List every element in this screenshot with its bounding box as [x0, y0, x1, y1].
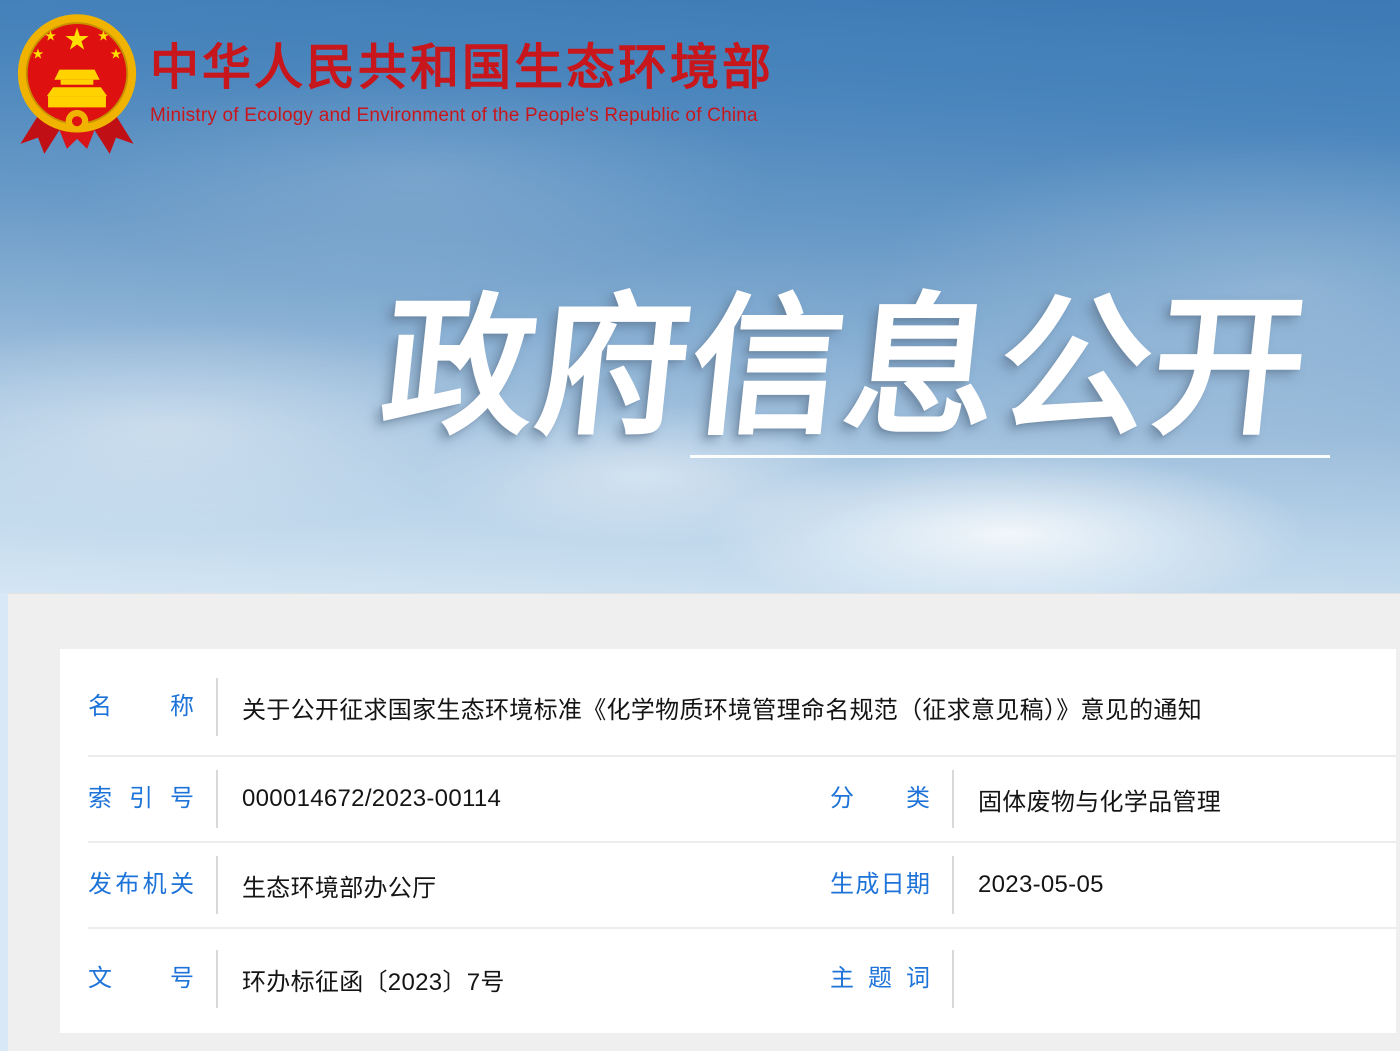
ministry-name-cn: 中华人民共和国生态环境部: [150, 42, 774, 96]
content-background: 名称 关于公开征求国家生态环境标准《化学物质环境管理命名规范（征求意见稿）》意见…: [8, 593, 1400, 1051]
info-row-docno-subject: 文号 环办标征函〔2023〕7号 主题词: [60, 929, 1396, 1029]
sky-banner: ★ ★ ★ ★ ★ 中华人民共和国生态环境部 Ministry of Ecolo…: [0, 0, 1400, 593]
doc-no-value: 环办标征函〔2023〕7号: [242, 962, 505, 997]
banner-title-underline: [690, 455, 1330, 458]
category-value: 固体废物与化学品管理: [978, 782, 1221, 817]
document-info-table: 名称 关于公开征求国家生态环境标准《化学物质环境管理命名规范（征求意见稿）》意见…: [60, 649, 1396, 1033]
name-value: 关于公开征求国家生态环境标准《化学物质环境管理命名规范（征求意见稿）》意见的通知: [242, 690, 1202, 725]
category-label: 分类: [830, 785, 930, 814]
svg-text:★: ★: [44, 29, 56, 45]
date-generated-label: 生成日期: [830, 871, 930, 900]
index-no-value: 000014672/2023-00114: [242, 785, 501, 813]
index-no-label: 索引号: [88, 785, 194, 814]
svg-text:★: ★: [110, 46, 122, 62]
page-banner-title: 政府信息公开: [373, 244, 1320, 464]
issuing-org-value: 生态环境部办公厅: [242, 868, 436, 903]
label-divider: [952, 950, 954, 1008]
svg-text:★: ★: [63, 23, 90, 58]
label-divider: [216, 678, 218, 736]
svg-text:★: ★: [32, 46, 44, 62]
info-row-name: 名称 关于公开征求国家生态环境标准《化学物质环境管理命名规范（征求意见稿）》意见…: [60, 659, 1396, 755]
issuing-org-label: 发布机关: [88, 871, 194, 900]
label-divider: [952, 770, 954, 828]
label-divider: [216, 950, 218, 1008]
name-label: 名称: [88, 693, 194, 722]
label-divider: [216, 770, 218, 828]
info-row-issuer-date: 发布机关 生态环境部办公厅 生成日期 2023-05-05: [60, 843, 1396, 927]
ministry-name-en: Ministry of Ecology and Environment of t…: [150, 105, 774, 127]
national-emblem-icon: ★ ★ ★ ★ ★: [14, 8, 140, 164]
doc-no-label: 文号: [88, 965, 194, 994]
label-divider: [216, 856, 218, 914]
site-logo-link[interactable]: ★ ★ ★ ★ ★ 中华人民共和国生态环境部 Ministry of Ecolo…: [14, 8, 774, 164]
info-row-index-category: 索引号 000014672/2023-00114 分类 固体废物与化学品管理: [60, 757, 1396, 841]
label-divider: [952, 856, 954, 914]
svg-text:★: ★: [97, 29, 109, 45]
subject-words-label: 主题词: [830, 965, 930, 994]
date-generated-value: 2023-05-05: [978, 871, 1104, 899]
